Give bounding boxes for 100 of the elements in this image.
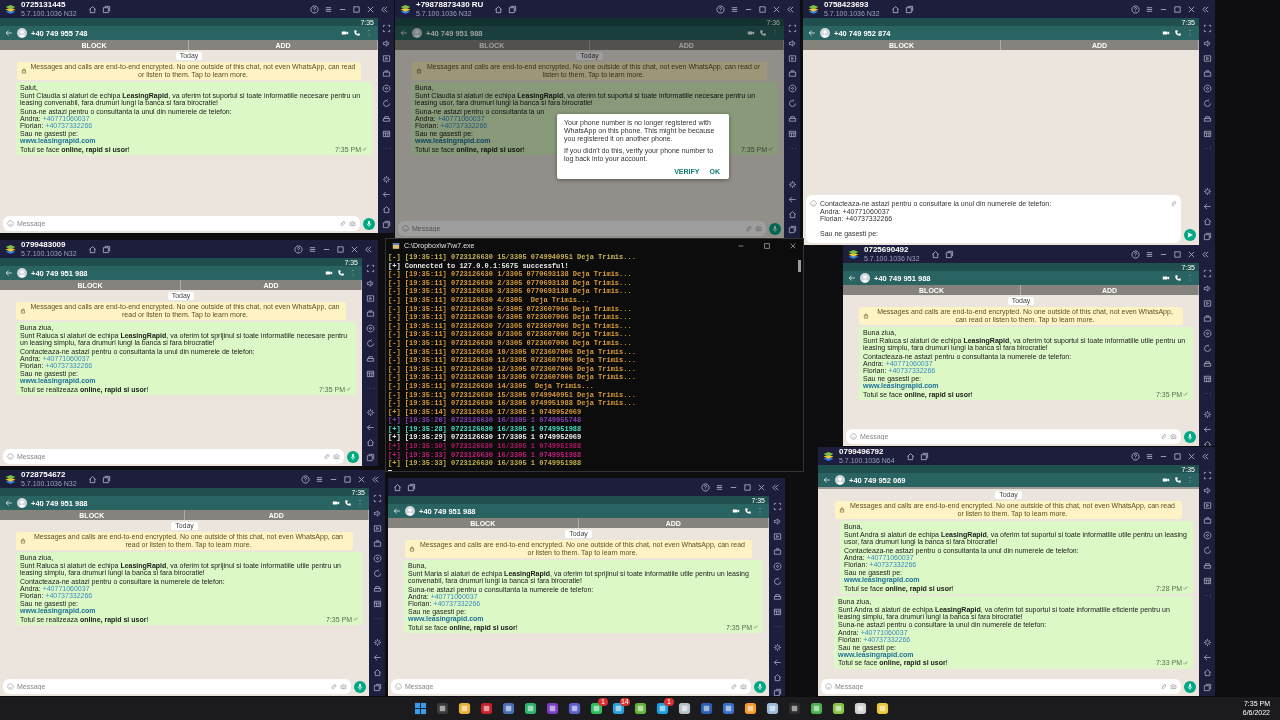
expand-icon[interactable]: [381, 24, 391, 33]
back-icon[interactable]: [1202, 653, 1212, 662]
calendar-icon[interactable]: [787, 129, 797, 138]
microphone-button[interactable]: [1184, 430, 1196, 443]
collapse-icon[interactable]: [364, 244, 373, 254]
screen-play-icon[interactable]: [1202, 501, 1212, 510]
collapse-icon[interactable]: [371, 474, 380, 484]
avatar-icon[interactable]: [17, 268, 27, 278]
paperclip-icon[interactable]: [730, 683, 737, 690]
screen-play-icon[interactable]: [372, 524, 382, 533]
app-icon[interactable]: [633, 702, 647, 715]
rotate-icon[interactable]: [372, 569, 382, 578]
rotate-icon[interactable]: [1202, 99, 1212, 108]
expand-icon[interactable]: [772, 502, 782, 511]
paperclip-icon[interactable]: [339, 220, 346, 227]
menu-icon[interactable]: [324, 4, 333, 14]
expand-icon[interactable]: [1202, 24, 1212, 33]
calendar-icon[interactable]: [1202, 374, 1212, 383]
menu-icon[interactable]: [315, 474, 324, 484]
record-icon[interactable]: [381, 84, 391, 93]
paperclip-icon[interactable]: [323, 453, 330, 460]
speaker-icon[interactable]: [372, 509, 382, 518]
close-icon[interactable]: [757, 482, 766, 492]
app-icon[interactable]: [765, 702, 779, 715]
help-icon[interactable]: [294, 244, 303, 254]
maximize-icon[interactable]: [763, 241, 771, 250]
speaker-icon[interactable]: [1202, 486, 1212, 495]
tray-icon[interactable]: [772, 592, 782, 601]
app-icon[interactable]: [875, 702, 889, 715]
video-call-icon[interactable]: [1162, 274, 1170, 282]
phone-icon[interactable]: [759, 29, 767, 37]
avatar-icon[interactable]: [17, 28, 27, 38]
calendar-icon[interactable]: [381, 129, 391, 138]
record-icon[interactable]: [1202, 531, 1212, 540]
back-icon[interactable]: [787, 195, 797, 204]
rotate-icon[interactable]: [787, 99, 797, 108]
stack-icon[interactable]: [904, 4, 914, 14]
microphone-button[interactable]: [363, 217, 375, 230]
send-button[interactable]: [1184, 229, 1196, 241]
close-icon[interactable]: [1187, 4, 1196, 14]
back-icon[interactable]: [772, 658, 782, 667]
collapse-icon[interactable]: [786, 4, 795, 14]
briefcase-icon[interactable]: [372, 539, 382, 548]
help-icon[interactable]: [1131, 4, 1140, 14]
menu-icon[interactable]: [1145, 249, 1154, 259]
rotate-icon[interactable]: [1202, 546, 1212, 555]
app-icon[interactable]: [435, 702, 449, 715]
stack-icon[interactable]: [772, 688, 782, 696]
help-icon[interactable]: [310, 4, 319, 14]
phone-icon[interactable]: [744, 507, 752, 515]
help-icon[interactable]: [716, 4, 725, 14]
app-icon[interactable]: [501, 702, 515, 715]
calendar-icon[interactable]: [772, 607, 782, 616]
maximize-icon[interactable]: [1173, 451, 1182, 461]
stack-icon[interactable]: [787, 225, 797, 234]
home-icon[interactable]: [930, 249, 940, 259]
calendar-icon[interactable]: [365, 369, 375, 378]
tray-icon[interactable]: [1202, 359, 1212, 368]
home-icon[interactable]: [87, 244, 97, 254]
home-icon[interactable]: [87, 4, 97, 14]
briefcase-icon[interactable]: [772, 547, 782, 556]
video-call-icon[interactable]: [747, 29, 755, 37]
microphone-button[interactable]: [354, 680, 366, 693]
home-icon[interactable]: [772, 673, 782, 682]
phone-icon[interactable]: [337, 269, 345, 277]
microphone-button[interactable]: [347, 450, 359, 463]
paperclip-icon[interactable]: [1170, 200, 1177, 207]
phone-icon[interactable]: [1174, 274, 1182, 282]
close-icon[interactable]: [350, 244, 359, 254]
expand-icon[interactable]: [787, 24, 797, 33]
screen-play-icon[interactable]: [1202, 54, 1212, 63]
menu-icon[interactable]: [308, 244, 317, 254]
home-icon[interactable]: [393, 482, 402, 492]
screen-play-icon[interactable]: [787, 54, 797, 63]
maximize-icon[interactable]: [352, 4, 361, 14]
record-icon[interactable]: [787, 84, 797, 93]
collapse-icon[interactable]: [771, 482, 780, 492]
video-call-icon[interactable]: [732, 507, 740, 515]
rotate-icon[interactable]: [381, 99, 391, 108]
start-icon[interactable]: [413, 702, 427, 715]
briefcase-icon[interactable]: [1202, 69, 1212, 78]
calendar-icon[interactable]: [1202, 129, 1212, 138]
stack-icon[interactable]: [101, 4, 111, 14]
avatar-icon[interactable]: [405, 506, 415, 516]
screen-play-icon[interactable]: [365, 294, 375, 303]
avatar-icon[interactable]: [820, 28, 830, 38]
screen-play-icon[interactable]: [1202, 299, 1212, 308]
back-icon[interactable]: [381, 190, 391, 199]
app-icon[interactable]: [787, 702, 801, 715]
stack-icon[interactable]: [372, 683, 382, 692]
app-icon[interactable]: [479, 702, 493, 715]
briefcase-icon[interactable]: [1202, 516, 1212, 525]
scrollbar-thumb[interactable]: [798, 260, 801, 272]
expand-icon[interactable]: [1202, 269, 1212, 278]
stack-icon[interactable]: [381, 220, 391, 229]
screen-play-icon[interactable]: [772, 532, 782, 541]
avatar-icon[interactable]: [17, 498, 27, 508]
maximize-icon[interactable]: [743, 482, 752, 492]
stack-icon[interactable]: [365, 453, 375, 462]
collapse-icon[interactable]: [1201, 249, 1210, 259]
